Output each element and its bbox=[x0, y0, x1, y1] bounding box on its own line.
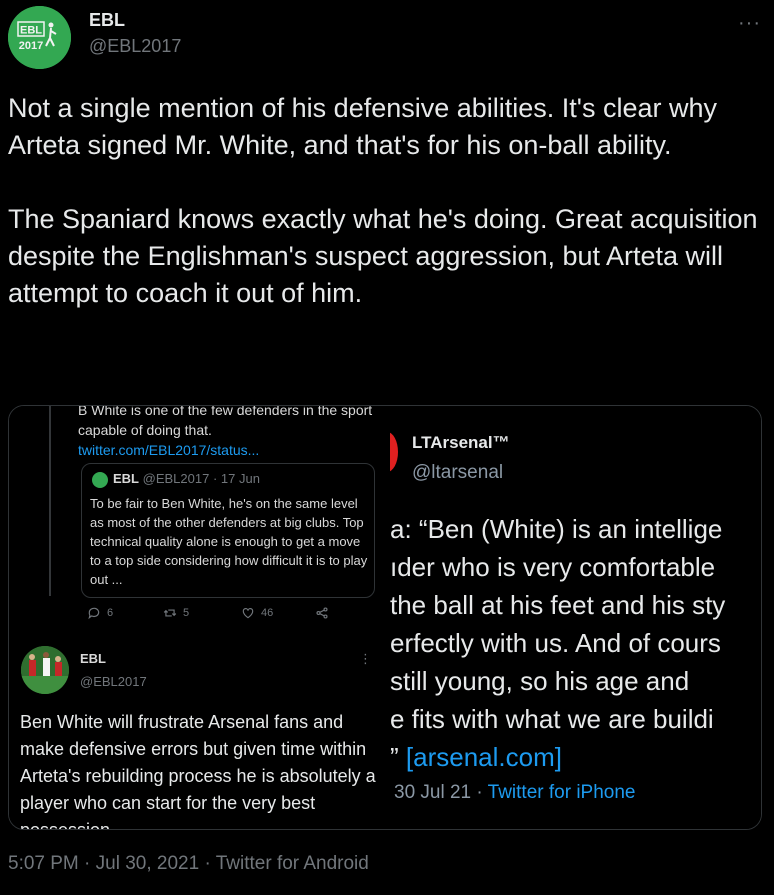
rp-line: ” [arsenal.com] bbox=[390, 738, 761, 776]
rp-line-start: ” bbox=[390, 742, 406, 772]
tweet-timestamp[interactable]: 5:07 PM · Jul 30, 2021 · Twitter for And… bbox=[8, 853, 369, 875]
rp-line: the ball at his feet and his sty bbox=[390, 590, 726, 620]
rp-source-link: [arsenal.com] bbox=[405, 742, 562, 772]
rp-line: ıder who is very comfortable bbox=[390, 552, 716, 582]
reply-author-handle: @EBL2017 bbox=[80, 674, 147, 689]
reply-author-name: EBL bbox=[80, 651, 106, 666]
like-action: 46 bbox=[241, 606, 273, 620]
rp-author-handle: @ltarsenal bbox=[412, 462, 504, 483]
media-image-left[interactable]: B White is one of the few defenders in t… bbox=[9, 406, 388, 829]
reply-count: 6 bbox=[107, 607, 114, 619]
more-options-icon[interactable]: ··· bbox=[738, 12, 761, 35]
tweet-paragraph-2: The Spaniard knows exactly what he's doi… bbox=[8, 204, 758, 308]
share-icon bbox=[316, 607, 328, 619]
share-action bbox=[315, 606, 329, 620]
quote-header: EBL @EBL2017 · 17 Jun bbox=[113, 471, 260, 486]
rp-footer: 30 Jul 21 · Twitter for iPhone bbox=[394, 782, 636, 804]
reply-icon bbox=[88, 607, 100, 620]
ltarsenal-logo-icon bbox=[390, 432, 398, 472]
rp-line: e fits with what we are buildi bbox=[390, 704, 714, 734]
reply-avatar bbox=[21, 646, 69, 694]
reply-more-icon: ⋮ bbox=[359, 651, 372, 666]
tweet-paragraph-1: Not a single mention of his defensive ab… bbox=[8, 93, 718, 160]
thread-line bbox=[49, 406, 51, 596]
retweet-action: 5 bbox=[163, 606, 189, 620]
quote-handle: @EBL2017 bbox=[142, 471, 210, 486]
reply-action: 6 bbox=[87, 606, 113, 620]
rp-line: still young, so his age and bbox=[390, 666, 690, 696]
rp-line: erfectly with us. And of cours bbox=[390, 628, 721, 658]
svg-text:EBL: EBL bbox=[20, 25, 42, 37]
football-photo-icon bbox=[21, 646, 69, 694]
rp-author-name: LTArsenal™ bbox=[412, 433, 510, 452]
svg-text:2017: 2017 bbox=[19, 40, 43, 52]
reply-text: Ben White will frustrate Arsenal fans an… bbox=[20, 712, 376, 829]
tweet-media[interactable]: B White is one of the few defenders in t… bbox=[8, 405, 762, 830]
like-count: 46 bbox=[261, 607, 274, 619]
rp-date: 30 Jul 21 · bbox=[394, 782, 488, 803]
author-avatar[interactable]: EBL 2017 bbox=[8, 6, 71, 69]
quote-text: To be fair to Ben White, he's on the sam… bbox=[90, 496, 368, 587]
thread-text-top: B White is one of the few defenders in t… bbox=[78, 406, 378, 460]
tweet-actions: 6 5 46 bbox=[79, 606, 379, 626]
quoted-tweet: EBL @EBL2017 · 17 Jun To be fair to Ben … bbox=[81, 463, 375, 598]
author-name[interactable]: EBL bbox=[89, 10, 125, 31]
author-handle[interactable]: @EBL2017 bbox=[89, 36, 181, 57]
retweet-count: 5 bbox=[183, 607, 190, 619]
retweet-icon bbox=[163, 609, 177, 617]
quote-name: EBL bbox=[113, 471, 139, 486]
rp-quote-text: a: “Ben (White) is an intellige ıder who… bbox=[390, 510, 761, 776]
heart-icon bbox=[242, 608, 254, 619]
ebl-logo-icon: EBL 2017 bbox=[8, 6, 71, 69]
rp-line: a: “Ben (White) is an intellige bbox=[390, 514, 723, 544]
rp-client: Twitter for iPhone bbox=[487, 782, 636, 803]
thread-text-content: B White is one of the few defenders in t… bbox=[78, 406, 373, 438]
tweet-text: Not a single mention of his defensive ab… bbox=[8, 90, 768, 312]
quote-avatar bbox=[92, 472, 108, 488]
thread-link: twitter.com/EBL2017/status... bbox=[78, 442, 260, 458]
media-image-right[interactable]: LTArsenal™ @ltarsenal a: “Ben (White) is… bbox=[388, 406, 761, 829]
quote-date: · 17 Jun bbox=[212, 471, 260, 486]
